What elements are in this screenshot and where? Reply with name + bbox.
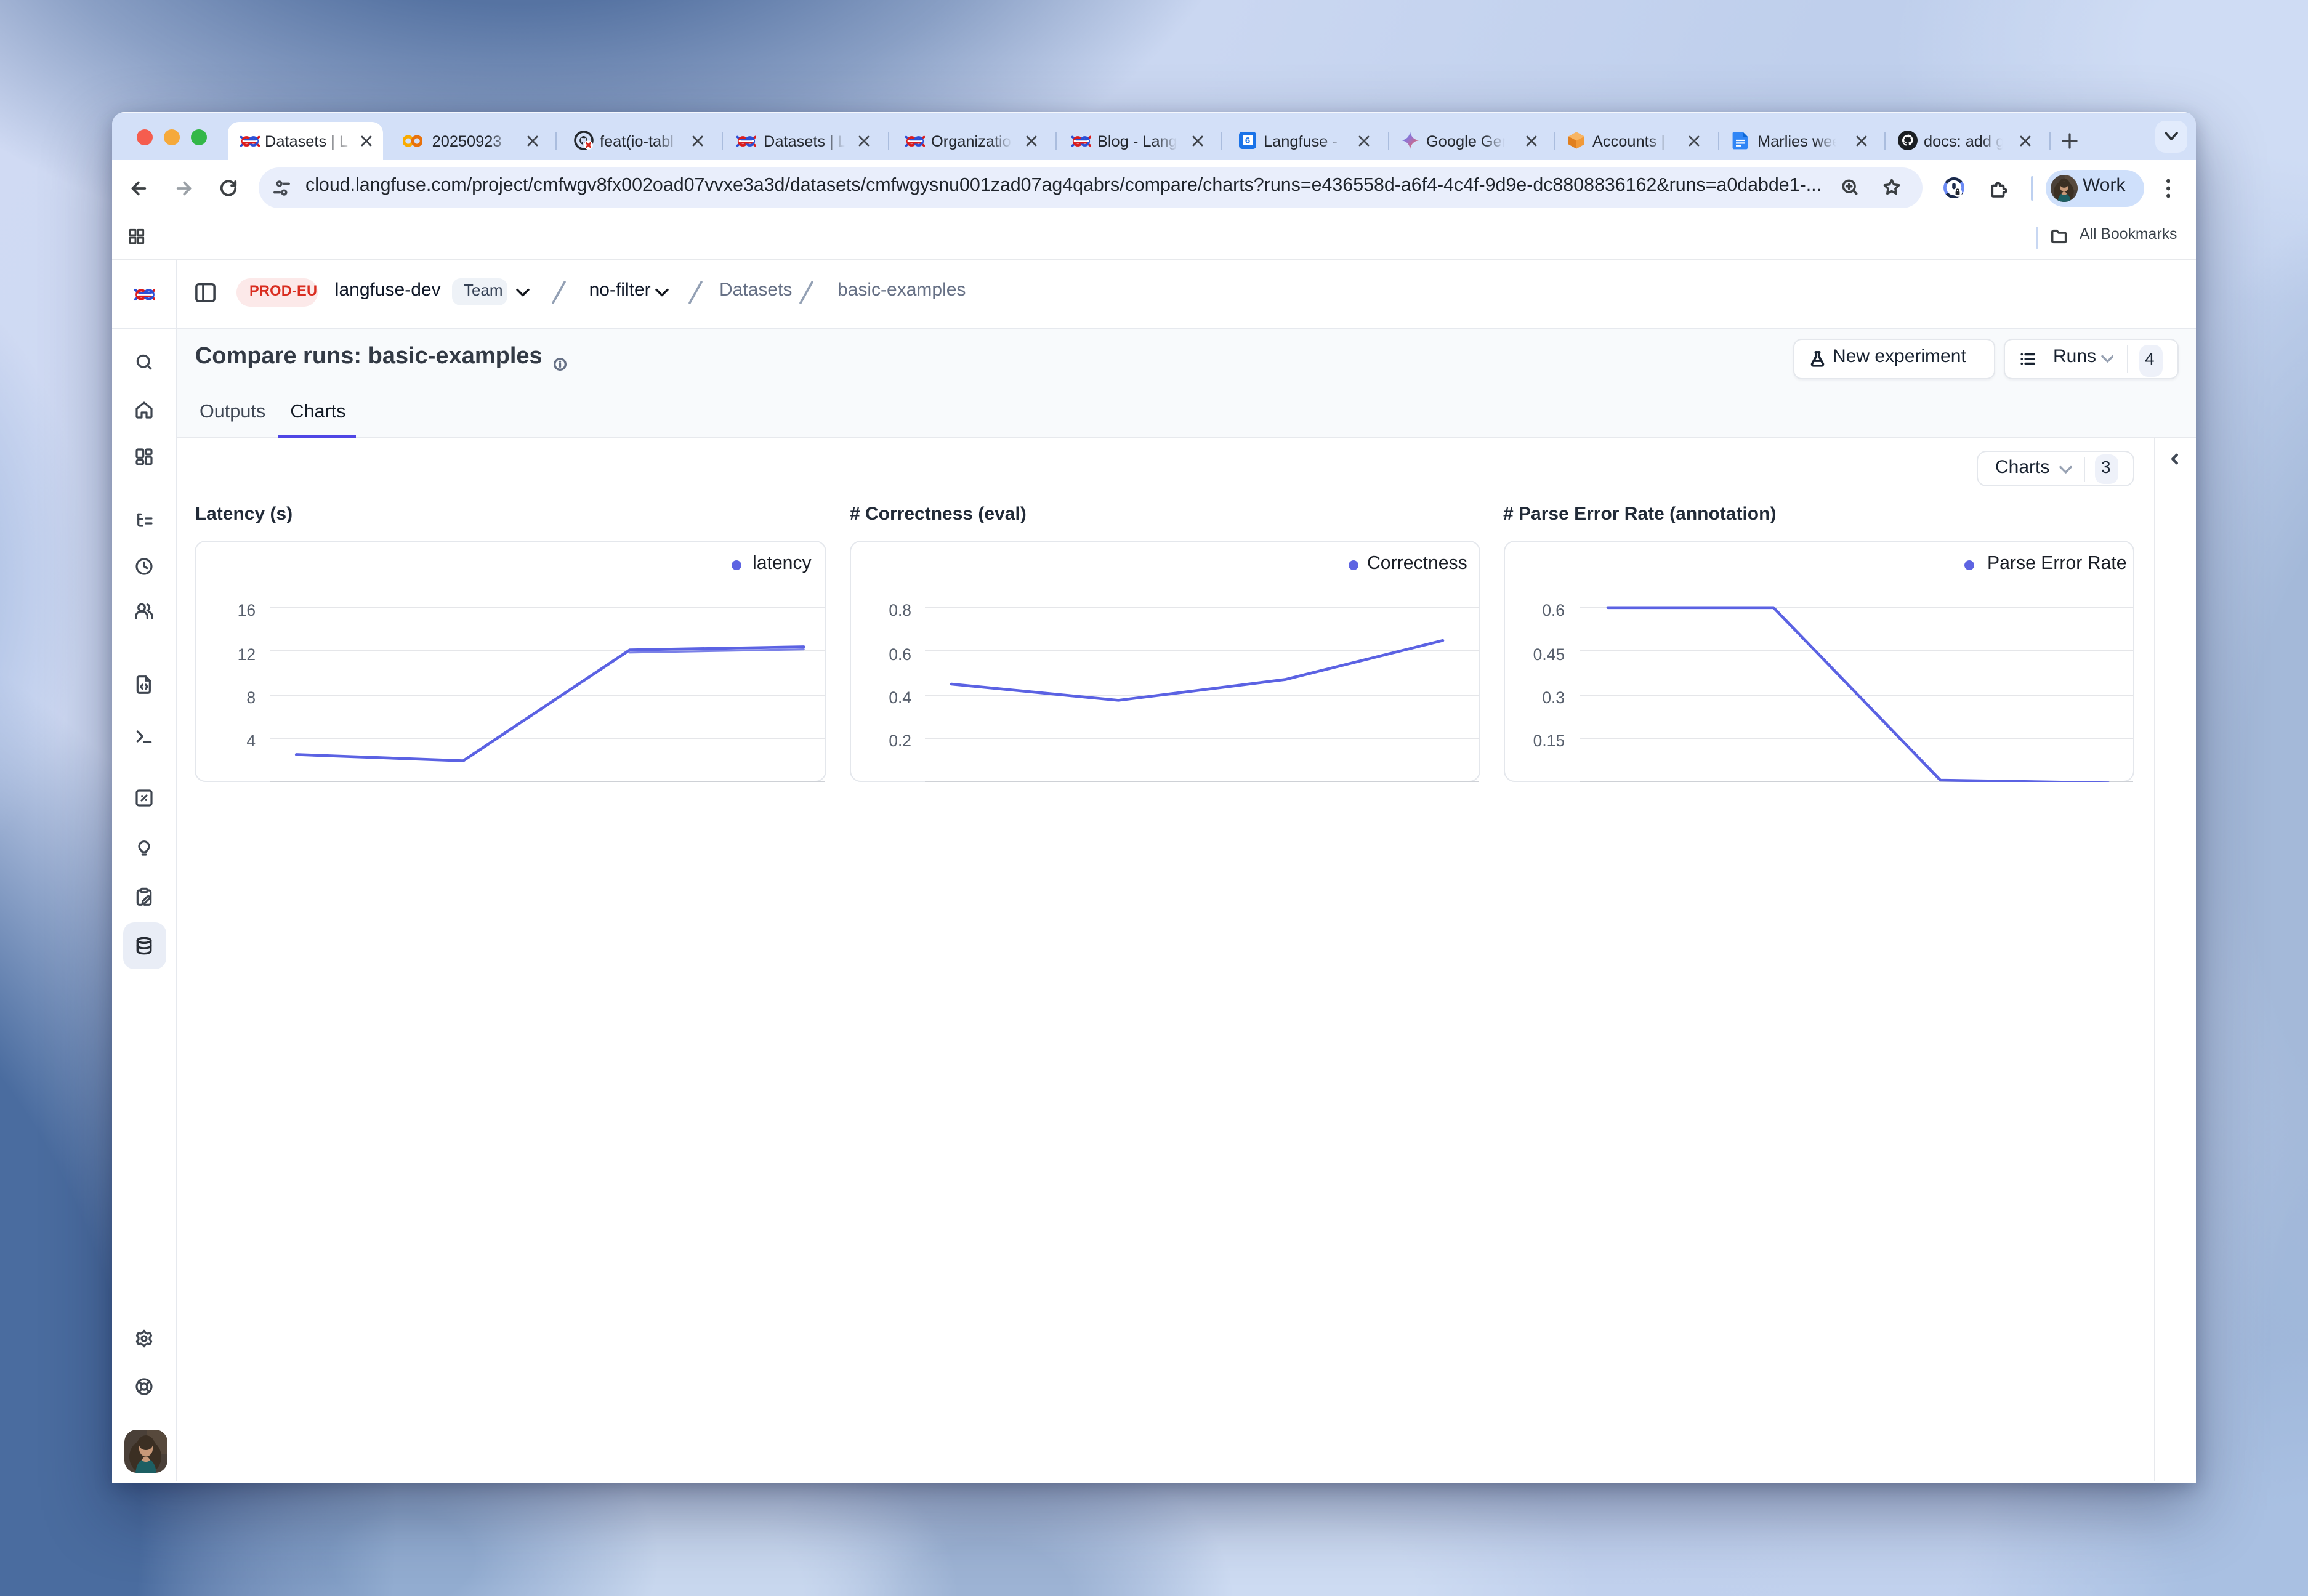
svg-text:6: 6: [1245, 136, 1250, 147]
